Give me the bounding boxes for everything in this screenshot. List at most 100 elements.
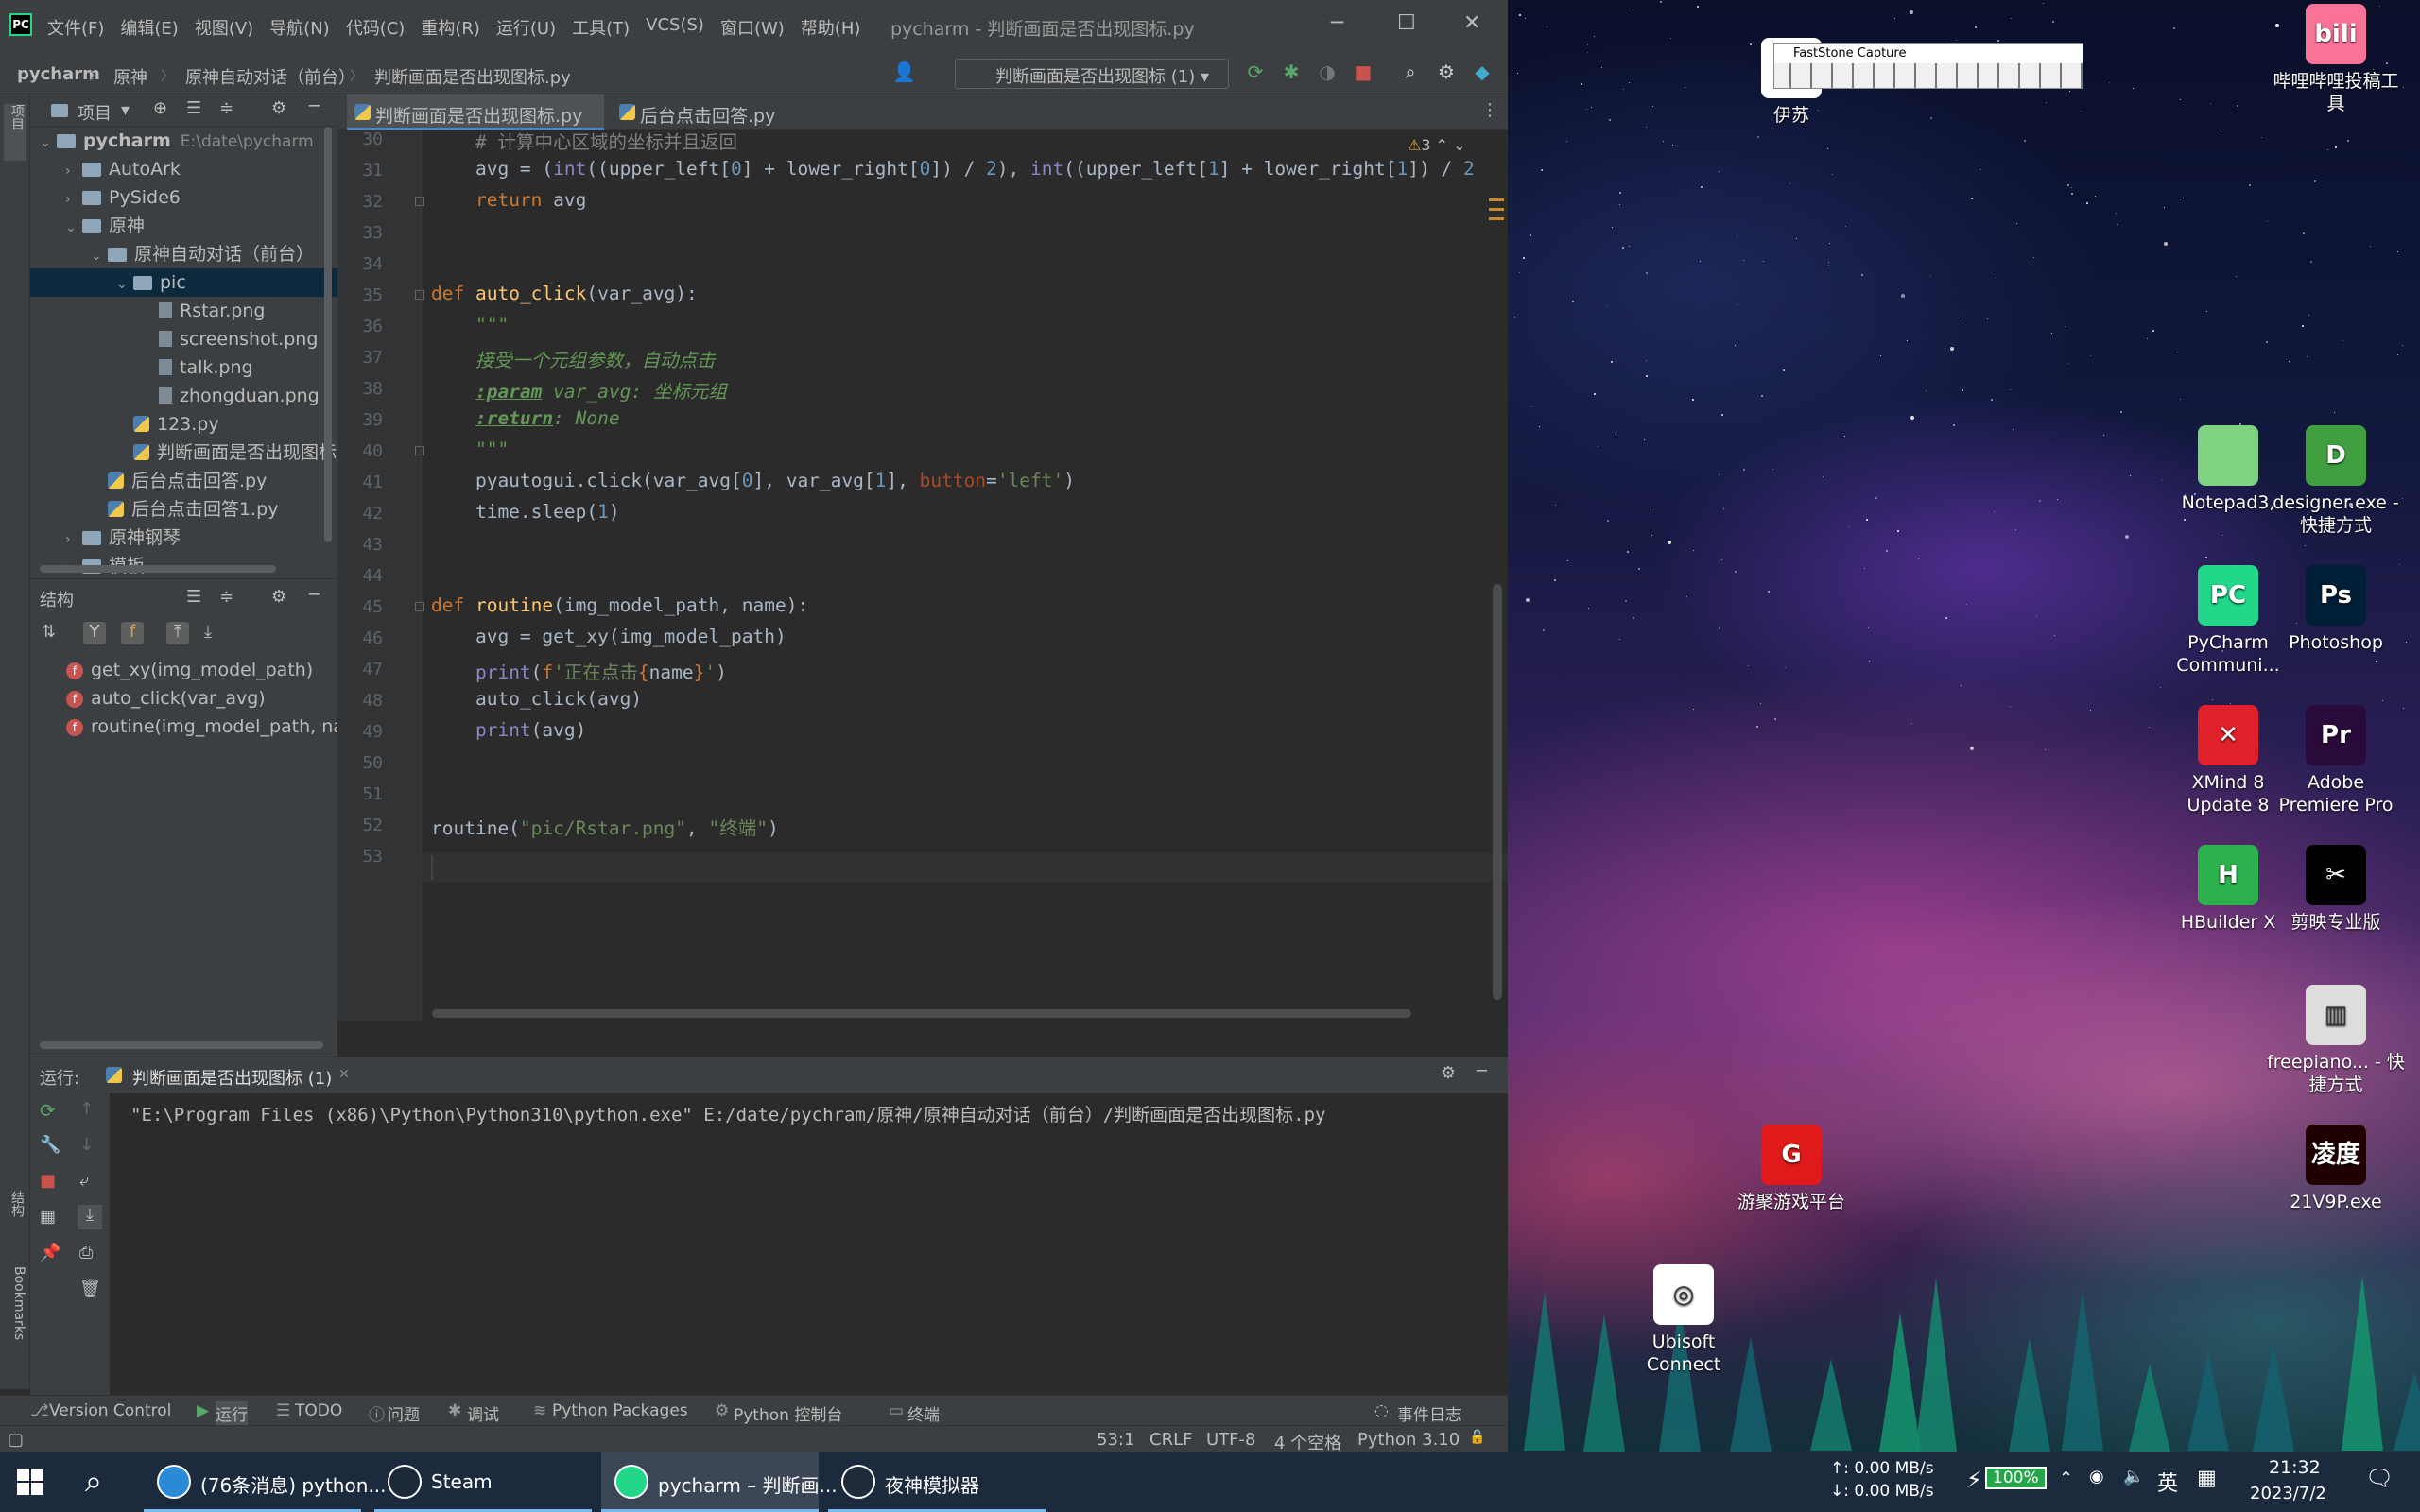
search-icon[interactable]: ⌕: [85, 1463, 102, 1500]
code-line[interactable]: 接受一个元组参数，自动点击: [431, 345, 716, 372]
taskbar-app[interactable]: Steam: [374, 1452, 592, 1512]
show-fields-icon[interactable]: Y: [83, 622, 106, 644]
tree-item[interactable]: › AutoArk: [30, 155, 337, 183]
run-tab[interactable]: 判断画面是否出现图标 (1): [132, 1065, 332, 1090]
code-line[interactable]: # 计算中心区域的坐标并且返回: [431, 130, 737, 154]
minimize-icon[interactable]: ─: [1331, 11, 1343, 35]
start-button[interactable]: [17, 1469, 43, 1495]
plugin-icon[interactable]: ◆: [1471, 60, 1494, 83]
coverage-icon[interactable]: ◑: [1316, 60, 1339, 83]
close-icon[interactable]: ✕: [1463, 11, 1480, 35]
chevron-up-icon[interactable]: ⌃: [2059, 1469, 2073, 1488]
layout-icon[interactable]: ▦: [40, 1207, 56, 1227]
desktop-icon[interactable]: G 游聚游戏平台: [1720, 1125, 1862, 1213]
code-line[interactable]: print(f'正在点击{name}'): [431, 657, 727, 684]
tree-item[interactable]: ⌄ pycharm E:\date\pycharm: [30, 127, 337, 155]
desktop-icon[interactable]: Pr Adobe Premiere Pro: [2265, 705, 2407, 816]
tool-project[interactable]: 项目: [4, 104, 26, 161]
collapse-all-icon[interactable]: ≑: [219, 587, 233, 607]
tool-window-button[interactable]: Python Packages: [552, 1401, 688, 1420]
chevron-down-icon[interactable]: ⌄: [65, 214, 82, 242]
tool-window-button[interactable]: 问题: [388, 1401, 420, 1425]
tool-window-button[interactable]: 调试: [467, 1401, 499, 1425]
chevron-down-icon[interactable]: ⌄: [91, 242, 108, 270]
search-icon[interactable]: ⌕: [1399, 60, 1422, 83]
tree-item[interactable]: ⌄ 原神自动对话（前台）: [30, 240, 337, 268]
user-icon[interactable]: 👤: [892, 60, 916, 83]
scroll-end-icon[interactable]: ⤓: [78, 1205, 102, 1229]
desktop-icon[interactable]: 凌度 21V9P.exe: [2265, 1125, 2407, 1213]
code-line[interactable]: avg = get_xy(img_model_path): [431, 626, 786, 647]
lock-icon[interactable]: 🔓: [1469, 1430, 1485, 1445]
tab-judge-icon[interactable]: 判断画面是否出现图标.py ✕: [347, 94, 604, 147]
menu-item[interactable]: 编辑(E): [120, 15, 186, 40]
code-line[interactable]: """: [431, 314, 509, 335]
tree-item[interactable]: talk.png: [30, 353, 337, 382]
expand-all-icon[interactable]: ☰: [186, 98, 201, 118]
code-line[interactable]: time.sleep(1): [431, 501, 620, 523]
tab-background-click[interactable]: 后台点击回答.py ✕: [612, 94, 801, 147]
menu-item[interactable]: 代码(C): [346, 15, 414, 40]
vertical-scrollbar[interactable]: [1493, 584, 1502, 1000]
fold-marker-icon[interactable]: [415, 290, 424, 300]
close-icon[interactable]: ✕: [338, 1067, 350, 1082]
menu-item[interactable]: VCS(S): [646, 15, 713, 40]
code-line[interactable]: def auto_click(var_avg):: [431, 283, 698, 304]
tree-item[interactable]: 后台点击回答.py: [30, 467, 337, 495]
tree-item[interactable]: 123.py: [30, 410, 337, 438]
keyboard-grid-icon[interactable]: ▦: [2197, 1467, 2217, 1490]
menu-item[interactable]: 工具(T): [572, 15, 638, 40]
code-line[interactable]: return avg: [431, 189, 586, 211]
tool-window-button[interactable]: TODO: [295, 1401, 342, 1420]
collapse-icon[interactable]: ⤓: [204, 622, 212, 642]
rerun-icon[interactable]: ⟳: [40, 1099, 56, 1122]
chevron-down-icon[interactable]: ⌄: [40, 129, 57, 157]
tree-item[interactable]: › PySide6: [30, 183, 337, 212]
fold-marker-icon[interactable]: [415, 602, 424, 611]
steam-tray-icon[interactable]: ◉: [2089, 1467, 2104, 1486]
menu-item[interactable]: 导航(N): [269, 15, 338, 40]
debug-icon[interactable]: ✱: [1280, 60, 1303, 83]
code-line[interactable]: routine("pic/Rstar.png", "终端"): [431, 813, 779, 840]
chevron-down-icon[interactable]: ⌄: [116, 270, 133, 299]
tree-item[interactable]: zhongduan.png: [30, 382, 337, 410]
menu-item[interactable]: 视图(V): [195, 15, 262, 40]
hide-icon[interactable]: ─: [309, 96, 320, 116]
more-tabs-icon[interactable]: ⋮: [1481, 100, 1498, 120]
status-item[interactable]: UTF-8: [1206, 1430, 1255, 1450]
code-editor[interactable]: 30 31 32 33 34 35 36 37 38 39 40 41 42 43 44 45 46 47 48 49…: [337, 130, 1508, 1021]
desktop-icon[interactable]: Ddesigner.exe - 快捷方式: [2265, 425, 2407, 537]
code-line[interactable]: pyautogui.click(var_avg[0], var_avg[1], …: [431, 470, 1075, 491]
tool-window-button[interactable]: 终端: [908, 1401, 940, 1425]
structure-item[interactable]: f auto_click(var_avg): [30, 684, 266, 713]
show-inherited-icon[interactable]: f: [121, 622, 144, 644]
status-item[interactable]: CRLF: [1150, 1430, 1192, 1450]
clock-date[interactable]: 2023/7/2: [2250, 1484, 2326, 1503]
battery-indicator[interactable]: 100%: [1985, 1467, 2047, 1489]
code-line[interactable]: """: [431, 438, 509, 460]
code-line[interactable]: auto_click(avg): [431, 688, 642, 710]
menu-item[interactable]: 窗口(W): [720, 15, 793, 40]
chevron-down-icon[interactable]: ▾: [121, 100, 130, 120]
soft-wrap-icon[interactable]: ⤶: [79, 1171, 89, 1191]
code-line[interactable]: :return: None: [431, 407, 620, 429]
chevron-right-icon[interactable]: ›: [65, 525, 82, 554]
run-config-select[interactable]: 判断画面是否出现图标 (1) ▾: [955, 59, 1229, 89]
hide-icon[interactable]: ─: [1477, 1061, 1487, 1081]
desktop-icon[interactable]: ✂ 剪映专业版: [2265, 845, 2407, 934]
status-item[interactable]: Python 3.10: [1357, 1430, 1460, 1450]
code-line[interactable]: print(avg): [431, 719, 586, 741]
taskbar-app[interactable]: (76条消息) python...: [144, 1452, 386, 1512]
hide-icon[interactable]: ─: [309, 585, 320, 605]
breadcrumb-item[interactable]: 原神自动对话（前台）: [185, 64, 355, 89]
code-line[interactable]: def routine(img_model_path, name):: [431, 594, 808, 616]
tree-item[interactable]: ⌄ pic: [30, 268, 337, 297]
sort-alpha-icon[interactable]: ⇅: [42, 622, 56, 642]
gear-icon[interactable]: ⚙: [1435, 60, 1458, 83]
breadcrumb-item[interactable]: 判断画面是否出现图标.py: [374, 64, 571, 89]
expand-all-icon[interactable]: ☰: [186, 587, 201, 607]
project-view-select[interactable]: 项目: [78, 100, 112, 125]
breadcrumb-item[interactable]: pycharm: [17, 64, 100, 84]
tree-item[interactable]: ⌄ 原神: [30, 212, 337, 240]
down-icon[interactable]: ↓: [79, 1135, 94, 1155]
